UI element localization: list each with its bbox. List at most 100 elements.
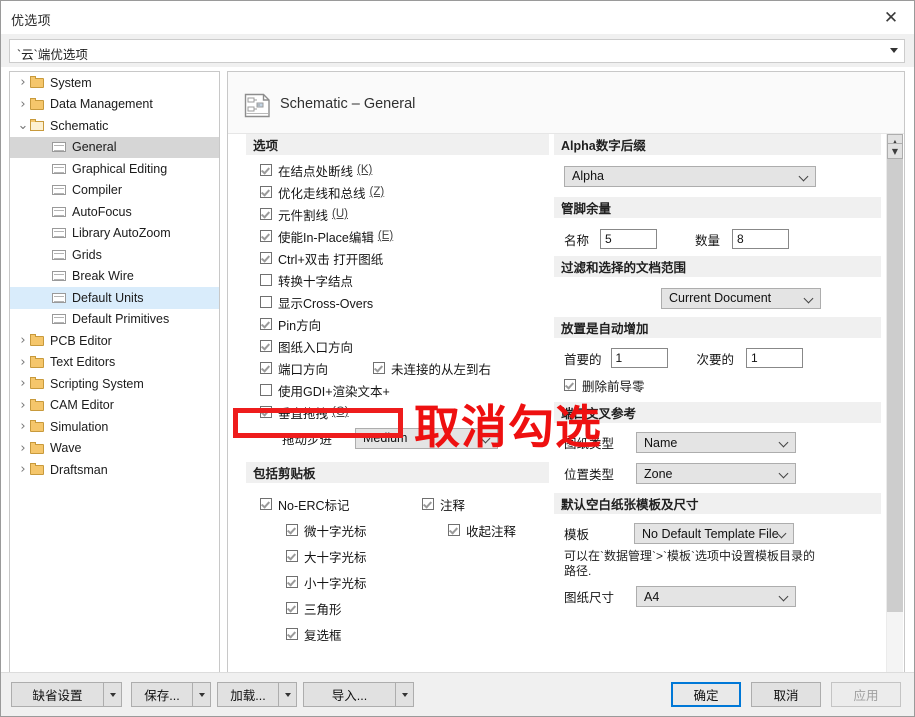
tree-item-wave[interactable]: › Wave: [10, 438, 219, 460]
filter-scope-combo[interactable]: Current Document: [661, 287, 821, 309]
save-dropdown[interactable]: [193, 682, 211, 707]
checkbox-checked[interactable]: [260, 164, 272, 176]
option-row[interactable]: Pin方向: [246, 313, 549, 335]
checkbox-checked[interactable]: [286, 628, 298, 640]
tree-item-pcb-editor[interactable]: › PCB Editor: [10, 330, 219, 352]
checkbox-vertical-drag[interactable]: [260, 406, 272, 418]
clipboard-item-row[interactable]: 大十字光标: [246, 543, 406, 569]
option-row[interactable]: 优化走线和总线 (Z): [246, 181, 549, 203]
clipboard-item-row[interactable]: 收起注释: [408, 517, 548, 543]
checkbox-checked[interactable]: [260, 208, 272, 220]
checkbox-port-direction[interactable]: [260, 362, 272, 374]
cancel-button[interactable]: 取消: [751, 682, 821, 707]
option-row[interactable]: 转换十字结点: [246, 269, 549, 291]
checkbox-checked[interactable]: [286, 602, 298, 614]
alpha-suffix-combo[interactable]: Alpha: [564, 165, 816, 187]
tree-item-default-primitives[interactable]: Default Primitives: [10, 309, 219, 331]
ok-button[interactable]: 确定: [671, 682, 741, 707]
checkbox-checked[interactable]: [422, 498, 434, 510]
vertical-drag-row[interactable]: 垂直拖拽 (G): [246, 401, 549, 423]
scrollbar-thumb[interactable]: [887, 152, 903, 612]
tree-item-cam-editor[interactable]: › CAM Editor: [10, 395, 219, 417]
template-combo[interactable]: No Default Template File: [634, 523, 795, 544]
chevron-down-icon[interactable]: ▼: [887, 143, 903, 159]
tree-item-schematic[interactable]: ⌄ Schematic: [10, 115, 219, 137]
default-settings-dropdown[interactable]: [104, 682, 122, 707]
port-direction-row[interactable]: 端口方向 未连接的从左到右: [246, 357, 549, 379]
checkbox-checked[interactable]: [260, 186, 272, 198]
tree-item-graphical-editing[interactable]: Graphical Editing: [10, 158, 219, 180]
tree-item-default-units[interactable]: Default Units: [10, 287, 219, 309]
clipboard-item-row[interactable]: 小十字光标: [246, 569, 406, 595]
cloud-preferences-combo[interactable]: `云`端优选项: [9, 39, 905, 63]
checkbox-checked[interactable]: [260, 340, 272, 352]
load-dropdown[interactable]: [279, 682, 297, 707]
chevron-right-icon[interactable]: ›: [16, 399, 30, 412]
checkbox-gdi-render-text[interactable]: [260, 384, 272, 396]
pin-margin-qty-input[interactable]: 8: [732, 229, 790, 249]
checkbox-unconnected-left-to-right[interactable]: [373, 362, 386, 374]
default-settings-split-button[interactable]: 缺省设置: [11, 682, 122, 707]
import-dropdown[interactable]: [396, 682, 414, 707]
checkbox-unchecked[interactable]: [260, 296, 272, 308]
chevron-right-icon[interactable]: ›: [16, 334, 30, 347]
chevron-right-icon[interactable]: ›: [16, 420, 30, 433]
save-split-button[interactable]: 保存...: [131, 682, 211, 707]
clipboard-item-row[interactable]: 微十字光标: [246, 517, 406, 543]
tree-item-autofocus[interactable]: AutoFocus: [10, 201, 219, 223]
checkbox-checked[interactable]: [260, 252, 272, 264]
tree-item-text-editors[interactable]: › Text Editors: [10, 352, 219, 374]
checkbox-checked[interactable]: [260, 318, 272, 330]
load-split-button[interactable]: 加载...: [217, 682, 297, 707]
import-split-button[interactable]: 导入...: [303, 682, 414, 707]
chevron-right-icon[interactable]: ›: [16, 356, 30, 369]
drag-step-combo[interactable]: Medium: [355, 427, 499, 449]
chevron-right-icon[interactable]: ›: [16, 442, 30, 455]
gdi-render-row[interactable]: 使用GDI+渲染文本+: [246, 379, 549, 401]
load-button[interactable]: 加载...: [217, 682, 279, 707]
auto-increment-primary-input[interactable]: 1: [610, 348, 668, 368]
panel-scrollbar[interactable]: ▲ ▼: [886, 134, 903, 672]
checkbox-remove-leading-zeros[interactable]: [564, 379, 576, 391]
pin-margin-name-input[interactable]: 5: [600, 229, 658, 249]
tree-item-simulation[interactable]: › Simulation: [10, 416, 219, 438]
checkbox-checked[interactable]: [260, 498, 272, 510]
option-row[interactable]: 图纸入口方向: [246, 335, 549, 357]
preferences-tree[interactable]: › System › Data Management ⌄ Schematic General…: [9, 71, 220, 673]
default-settings-button[interactable]: 缺省设置: [11, 682, 104, 707]
option-row[interactable]: 使能In-Place编辑 (E): [246, 225, 549, 247]
chevron-down-icon[interactable]: ⌄: [16, 119, 30, 132]
remove-leading-zeros-row[interactable]: 删除前导零: [554, 374, 881, 396]
checkbox-unchecked[interactable]: [260, 274, 272, 286]
tree-item-data-management[interactable]: › Data Management: [10, 94, 219, 116]
sheet-type-combo[interactable]: Name: [636, 432, 797, 453]
tree-item-grids[interactable]: Grids: [10, 244, 219, 266]
tree-item-library-autozoom[interactable]: Library AutoZoom: [10, 223, 219, 245]
auto-increment-secondary-input[interactable]: 1: [746, 348, 804, 368]
chevron-right-icon[interactable]: ›: [16, 463, 30, 476]
location-type-combo[interactable]: Zone: [636, 463, 797, 484]
option-row[interactable]: 元件割线 (U): [246, 203, 549, 225]
sheet-size-combo[interactable]: A4: [636, 586, 797, 607]
tree-item-general[interactable]: General: [10, 136, 219, 158]
clipboard-item-row[interactable]: 复选框: [246, 621, 406, 647]
checkbox-checked[interactable]: [286, 576, 298, 588]
clipboard-item-row[interactable]: 注释: [408, 491, 548, 517]
chevron-right-icon[interactable]: ›: [16, 76, 30, 89]
chevron-right-icon[interactable]: ›: [16, 377, 30, 390]
tree-item-scripting-system[interactable]: › Scripting System: [10, 373, 219, 395]
tree-item-break-wire[interactable]: Break Wire: [10, 266, 219, 288]
checkbox-checked[interactable]: [260, 230, 272, 242]
tree-item-compiler[interactable]: Compiler: [10, 180, 219, 202]
checkbox-checked[interactable]: [286, 524, 298, 536]
close-icon[interactable]: ✕: [868, 1, 914, 34]
save-button[interactable]: 保存...: [131, 682, 193, 707]
clipboard-item-row[interactable]: No-ERC标记: [246, 491, 406, 517]
chevron-right-icon[interactable]: ›: [16, 98, 30, 111]
option-row[interactable]: 在结点处断线 (K): [246, 159, 549, 181]
import-button[interactable]: 导入...: [303, 682, 396, 707]
clipboard-item-row[interactable]: 三角形: [246, 595, 406, 621]
checkbox-checked[interactable]: [448, 524, 460, 536]
option-row[interactable]: Ctrl+双击 打开图纸: [246, 247, 549, 269]
option-row[interactable]: 显示Cross-Overs: [246, 291, 549, 313]
